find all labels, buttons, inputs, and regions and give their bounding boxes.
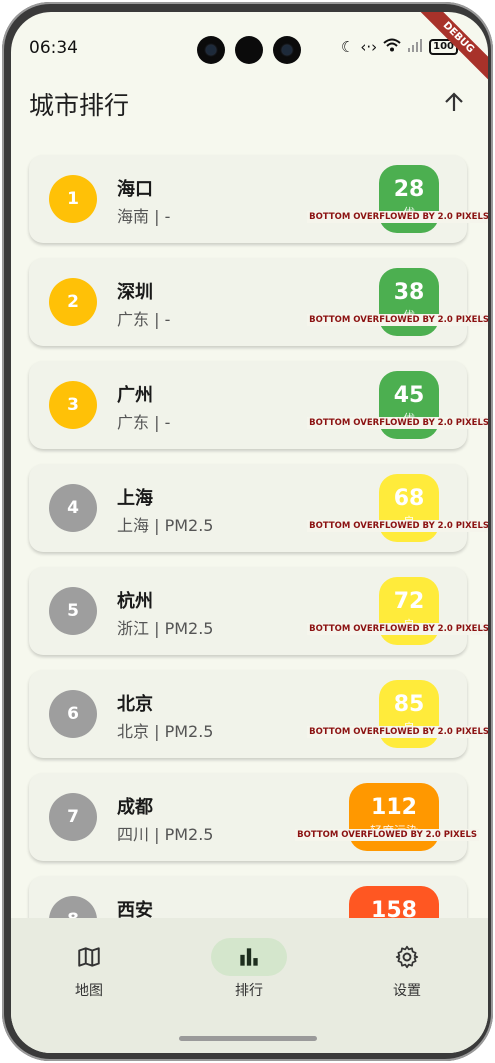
city-subtitle: 上海 | PM2.5 — [117, 516, 214, 535]
rank-badge: 7 — [49, 793, 97, 841]
city-subtitle: 浙江 | PM2.5 — [117, 619, 214, 638]
nav-item-map[interactable]: 地图 — [39, 938, 139, 1000]
nav-label-map: 地图 — [75, 983, 103, 999]
status-time: 06:34 — [29, 38, 78, 58]
city-name: 杭州 — [117, 591, 153, 612]
nav-item-ranking[interactable]: 排行 — [199, 938, 299, 1000]
rank-badge: 6 — [49, 690, 97, 738]
city-subtitle: 广东 | - — [117, 310, 171, 329]
city-name: 上海 — [117, 488, 153, 509]
city-name: 海口 — [117, 179, 153, 200]
moon-icon: ☾ — [340, 38, 355, 56]
city-ranking-list: 1海口海南 | -28优BOTTOM OVERFLOWED BY 2.0 PIX… — [29, 155, 488, 979]
city-card[interactable]: 7成都四川 | PM2.5112轻度污染BOTTOM OVERFLOWED BY… — [29, 773, 479, 861]
city-subtitle: 海南 | - — [117, 207, 171, 226]
city-name: 广州 — [117, 385, 153, 406]
overflow-warning: BOTTOM OVERFLOWED BY 2.0 PIXELS — [307, 417, 488, 429]
aqi-value: 28 — [393, 177, 425, 202]
phone-frame: 06:34 ☾ ‹·› 100 DEBUG 城市排行 1海口海南 | -28优B… — [2, 2, 493, 1061]
city-subtitle: 广东 | - — [117, 413, 171, 432]
home-indicator[interactable] — [179, 1036, 317, 1041]
rank-badge: 3 — [49, 381, 97, 429]
nav-label-ranking: 排行 — [235, 983, 263, 999]
city-name: 深圳 — [117, 282, 153, 303]
aqi-value: 38 — [393, 280, 425, 305]
wifi-icon — [383, 38, 401, 56]
city-name: 成都 — [117, 797, 153, 818]
bottom-navigation: 地图 排行 设置 — [11, 918, 488, 1053]
overflow-warning: BOTTOM OVERFLOWED BY 2.0 PIXELS — [307, 726, 488, 738]
overflow-warning: BOTTOM OVERFLOWED BY 2.0 PIXELS — [295, 829, 479, 841]
rank-badge: 5 — [49, 587, 97, 635]
data-transfer-icon: ‹·› — [360, 38, 378, 56]
page-title: 城市排行 — [29, 91, 130, 120]
camera-icon — [273, 36, 301, 64]
nav-item-settings[interactable]: 设置 — [357, 938, 457, 1000]
camera-icon — [197, 36, 225, 64]
rank-badge: 1 — [49, 175, 97, 223]
city-subtitle: 四川 | PM2.5 — [117, 825, 214, 844]
aqi-value: 112 — [371, 795, 417, 820]
overflow-warning: BOTTOM OVERFLOWED BY 2.0 PIXELS — [307, 623, 488, 635]
bar-chart-icon — [240, 948, 258, 966]
aqi-value: 72 — [393, 589, 425, 614]
city-card[interactable]: 4上海上海 | PM2.568良BOTTOM OVERFLOWED BY 2.0… — [29, 464, 488, 552]
arrow-up-icon[interactable] — [442, 90, 466, 114]
nav-label-settings: 设置 — [393, 983, 421, 999]
rank-badge: 4 — [49, 484, 97, 532]
overflow-warning: BOTTOM OVERFLOWED BY 2.0 PIXELS — [307, 314, 488, 326]
aqi-value: 85 — [393, 692, 425, 717]
signal-icon — [407, 38, 423, 56]
city-card[interactable]: 5杭州浙江 | PM2.572良BOTTOM OVERFLOWED BY 2.0… — [29, 567, 488, 655]
gear-icon — [395, 945, 419, 969]
camera-icon — [235, 36, 263, 64]
city-card[interactable]: 6北京北京 | PM2.585良BOTTOM OVERFLOWED BY 2.0… — [29, 670, 488, 758]
city-card[interactable]: 1海口海南 | -28优BOTTOM OVERFLOWED BY 2.0 PIX… — [29, 155, 488, 243]
aqi-value: 45 — [393, 383, 425, 408]
rank-badge: 2 — [49, 278, 97, 326]
overflow-warning: BOTTOM OVERFLOWED BY 2.0 PIXELS — [307, 520, 488, 532]
app-screen: 06:34 ☾ ‹·› 100 DEBUG 城市排行 1海口海南 | -28优B… — [11, 12, 488, 1053]
city-subtitle: 北京 | PM2.5 — [117, 722, 214, 741]
city-card[interactable]: 3广州广东 | -45优BOTTOM OVERFLOWED BY 2.0 PIX… — [29, 361, 488, 449]
map-icon — [78, 947, 100, 967]
city-card[interactable]: 2深圳广东 | -38优BOTTOM OVERFLOWED BY 2.0 PIX… — [29, 258, 488, 346]
status-icons: ☾ ‹·› 100 — [341, 38, 458, 56]
city-name: 北京 — [117, 694, 153, 715]
aqi-value: 68 — [393, 486, 425, 511]
overflow-warning: BOTTOM OVERFLOWED BY 2.0 PIXELS — [307, 211, 488, 223]
